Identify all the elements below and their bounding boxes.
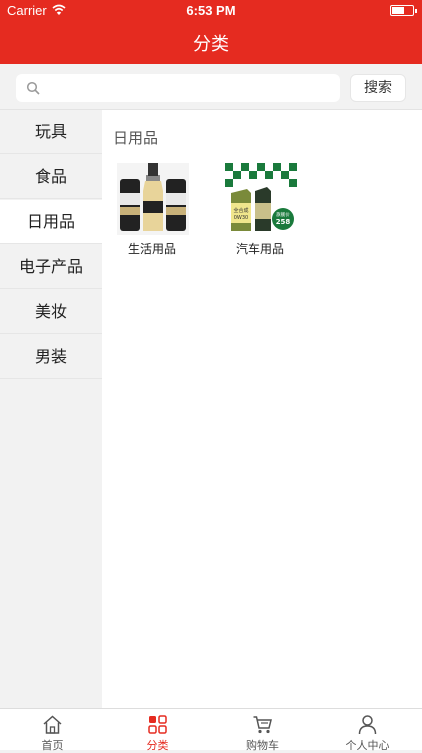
user-icon [358, 715, 377, 735]
svg-text:0W30: 0W30 [234, 215, 249, 221]
tab-label: 个人中心 [345, 739, 390, 752]
status-time: 6:53 PM [186, 3, 236, 18]
product-label: 生活用品 [127, 242, 176, 256]
tab-label: 分类 [146, 739, 169, 752]
product-item[interactable]: 全合成 0W30 旗舰价 258 汽车用品 [210, 162, 310, 262]
search-bar: 搜索 [0, 64, 422, 110]
tab-cart[interactable]: 购物车 [210, 709, 315, 752]
home-icon [43, 715, 62, 734]
category-icon [148, 715, 167, 734]
sidebar-item-food[interactable]: 食品 [0, 155, 102, 199]
beer-cans-image[interactable] [117, 163, 189, 235]
sidebar-item-menswear[interactable]: 男装 [0, 335, 102, 379]
svg-text:全合成: 全合成 [233, 207, 248, 214]
section-title: 日用品 [113, 129, 159, 147]
tab-label: 首页 [41, 739, 64, 752]
product-label: 汽车用品 [235, 242, 284, 256]
tab-profile[interactable]: 个人中心 [315, 709, 420, 752]
sidebar-item-daily-goods[interactable]: 日用品 [0, 200, 102, 244]
category-content: 日用品 生活用品 全合成 0W30 旗舰价 258 汽车用品 [102, 110, 422, 708]
sidebar-item-cosmetics[interactable]: 美妆 [0, 290, 102, 334]
sidebar-item-electronics[interactable]: 电子产品 [0, 245, 102, 289]
product-item[interactable]: 生活用品 [102, 162, 202, 262]
tab-home[interactable]: 首页 [0, 709, 105, 752]
category-sidebar: 玩具 食品 日用品 电子产品 美妆 男装 [0, 110, 102, 708]
status-bar: Carrier 6:53 PM [0, 0, 422, 22]
top-navigation-bar: Carrier 6:53 PM 分类 [0, 0, 422, 64]
search-icon [26, 81, 40, 95]
bottom-tab-bar: 首页 分类 购物车 个人中心 [0, 708, 422, 752]
motor-oil-image[interactable]: 全合成 0W30 旗舰价 258 [225, 163, 297, 235]
cart-icon [253, 716, 272, 734]
search-button[interactable]: 搜索 [350, 74, 406, 102]
tab-label: 购物车 [246, 739, 279, 752]
svg-text:旗舰价: 旗舰价 [276, 211, 290, 218]
search-input[interactable] [48, 76, 328, 100]
page-title: 分类 [193, 34, 229, 55]
tab-category[interactable]: 分类 [105, 709, 210, 752]
sidebar-item-toys[interactable]: 玩具 [0, 110, 102, 154]
search-field[interactable] [16, 74, 340, 102]
svg-text:258: 258 [276, 218, 291, 226]
battery-icon [390, 5, 417, 16]
